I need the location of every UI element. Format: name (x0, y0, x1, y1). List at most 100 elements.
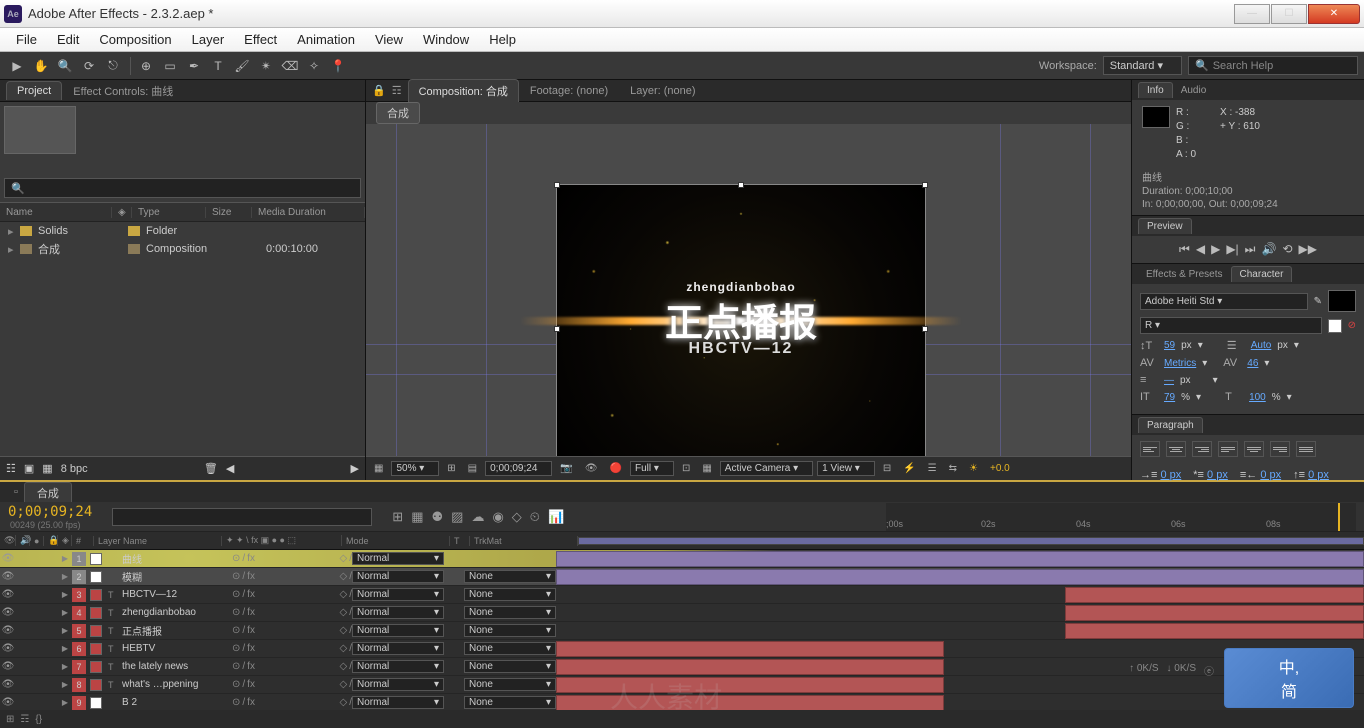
layer-switches[interactable]: ⊙/fx◇/ (232, 553, 352, 564)
indent-first[interactable]: *≡ 0 px (1193, 469, 1228, 481)
exposure-reset-icon[interactable]: ☀ (965, 463, 982, 474)
trash-icon[interactable]: 🗑 (204, 462, 218, 475)
layer-bar[interactable] (1065, 623, 1364, 639)
layer-switches[interactable]: ⊙/fx◇/ (232, 607, 352, 618)
layer-label[interactable]: 8 (72, 678, 86, 692)
visibility-toggle[interactable]: 👁 (0, 553, 16, 564)
layer-label[interactable]: 3 (72, 588, 86, 602)
col-label-icon[interactable]: ◈ (112, 207, 132, 218)
timeline-icon[interactable]: ☰ (924, 463, 941, 474)
scroll-right-icon[interactable]: ▶ (351, 462, 359, 475)
layer-name[interactable]: 模糊 (122, 569, 232, 584)
trkmat-select[interactable]: None▾ (464, 642, 556, 655)
expand-arrow-icon[interactable]: ▶ (58, 644, 72, 653)
blend-mode-select[interactable]: Normal▾ (352, 642, 444, 655)
mask-toggle-icon[interactable]: ▤ (464, 463, 481, 474)
layer-row[interactable]: 👁 ▶ 3 T HBCTV—12 ⊙/fx◇/ Normal▾ None▾ (0, 586, 1364, 604)
expand-arrow-icon[interactable]: ▶ (58, 680, 72, 689)
justify-all-icon[interactable] (1296, 441, 1316, 457)
timeline-search-input[interactable] (112, 508, 372, 526)
tab-layer-viewer[interactable]: Layer: (none) (619, 81, 706, 101)
tab-effects-presets[interactable]: Effects & Presets (1138, 267, 1231, 282)
expand-arrow-icon[interactable]: ▶ (58, 662, 72, 671)
align-left-icon[interactable] (1140, 441, 1160, 457)
graph-editor-icon[interactable]: ⏲ (530, 509, 540, 525)
layer-label[interactable]: 7 (72, 660, 86, 674)
toggle-brackets-icon[interactable]: {} (35, 714, 42, 725)
tracking-input[interactable]: 46 (1247, 358, 1258, 369)
resolution-select[interactable]: Full ▾ (630, 461, 674, 476)
layer-switches[interactable]: ⊙/fx◇/ (232, 661, 352, 672)
frame-blend-icon[interactable]: ▨ (451, 509, 463, 525)
col-size[interactable]: Size (206, 207, 252, 218)
draft3d-icon[interactable]: ▦ (411, 509, 423, 525)
tab-audio[interactable]: Audio (1173, 83, 1215, 98)
hand-tool-icon[interactable]: ✋ (30, 55, 52, 77)
layer-name[interactable]: the lately news (122, 661, 232, 672)
trkmat-select[interactable]: None▾ (464, 606, 556, 619)
last-frame-icon[interactable]: ⏭ (1245, 242, 1256, 257)
layer-name[interactable]: zhengdianbobao (122, 607, 232, 618)
close-button[interactable]: ✕ (1308, 4, 1360, 24)
pixel-aspect-icon[interactable]: ⊟ (879, 463, 895, 474)
t-col[interactable]: T (450, 536, 470, 546)
safe-zone-icon[interactable]: ⊞ (443, 463, 459, 474)
ram-preview-icon[interactable]: ▶▶ (1299, 242, 1317, 257)
menu-effect[interactable]: Effect (234, 32, 287, 47)
brush-tool-icon[interactable]: 🖌 (231, 55, 253, 77)
switches-col[interactable]: ✦ ✦ \ fx ▣ ● ● ⬚ (222, 535, 342, 546)
layer-label[interactable]: 5 (72, 624, 86, 638)
eyedropper-icon[interactable]: ✎ (1314, 296, 1322, 307)
project-item[interactable]: ▸SolidsFolder (0, 222, 365, 240)
layer-switches[interactable]: ⊙/fx◇/ (232, 697, 352, 708)
channel-icon[interactable]: 🔴 (606, 463, 626, 474)
views-select[interactable]: 1 View ▾ (817, 461, 875, 476)
visibility-toggle[interactable]: 👁 (0, 625, 16, 636)
fast-preview-icon[interactable]: ⚡ (899, 463, 919, 474)
tab-paragraph[interactable]: Paragraph (1138, 417, 1203, 433)
comp-icon[interactable]: ▦ (42, 462, 52, 475)
num-col[interactable]: # (72, 536, 94, 546)
trkmat-select[interactable]: None▾ (464, 570, 556, 583)
layer-color-chip[interactable] (90, 589, 102, 601)
font-style-select[interactable]: R ▾ (1140, 317, 1322, 334)
breadcrumb[interactable]: 合成 (376, 102, 420, 124)
camera-tool-icon[interactable]: ⎋ (102, 55, 124, 77)
exposure-value[interactable]: +0.0 (986, 463, 1014, 474)
tab-project[interactable]: Project (6, 81, 62, 100)
expand-arrow-icon[interactable]: ▶ (58, 590, 72, 599)
menu-file[interactable]: File (6, 32, 47, 47)
blend-mode-select[interactable]: Normal▾ (352, 678, 444, 691)
tab-composition-viewer[interactable]: Composition: 合成 (408, 79, 519, 102)
trkmat-col[interactable]: TrkMat (470, 536, 578, 546)
solo-col-icon[interactable]: ● (30, 536, 44, 546)
justify-center-icon[interactable] (1244, 441, 1264, 457)
layer-bar[interactable] (556, 677, 944, 693)
interpret-icon[interactable]: ☷ (6, 462, 16, 475)
prev-frame-icon[interactable]: ◀ (1196, 242, 1205, 257)
layer-switches[interactable]: ⊙/fx◇/ (232, 679, 352, 690)
time-display[interactable]: 0;00;09;24 (485, 461, 552, 476)
layer-color-chip[interactable] (90, 571, 102, 583)
col-name[interactable]: Name (0, 207, 112, 218)
menu-layer[interactable]: Layer (182, 32, 235, 47)
visibility-toggle[interactable]: 👁 (0, 589, 16, 600)
layer-color-chip[interactable] (90, 625, 102, 637)
anchor-tool-icon[interactable]: ⊕ (135, 55, 157, 77)
align-right-icon[interactable] (1192, 441, 1212, 457)
work-area-bar[interactable] (578, 537, 1364, 545)
project-item[interactable]: ▸合成Composition0:00:10:00 (0, 240, 365, 258)
flowchart-btn-icon[interactable]: ⇆ (945, 463, 961, 474)
layer-label[interactable]: 4 (72, 606, 86, 620)
project-search-input[interactable]: 🔍 (4, 178, 361, 198)
zoom-select[interactable]: 50% ▾ (391, 461, 439, 476)
blend-mode-select[interactable]: Normal▾ (352, 570, 444, 583)
fill-swatch[interactable] (1328, 290, 1356, 312)
layer-label[interactable]: 6 (72, 642, 86, 656)
lock-col-icon[interactable]: 🔒 (44, 535, 58, 546)
audio-col-icon[interactable]: 🔊 (16, 535, 30, 546)
toggle-switches-icon[interactable]: ⊞ (6, 714, 14, 725)
rect-tool-icon[interactable]: ▭ (159, 55, 181, 77)
indent-left[interactable]: →≡ 0 px (1140, 469, 1181, 481)
motion-blur-icon[interactable]: ☁ (471, 509, 484, 525)
